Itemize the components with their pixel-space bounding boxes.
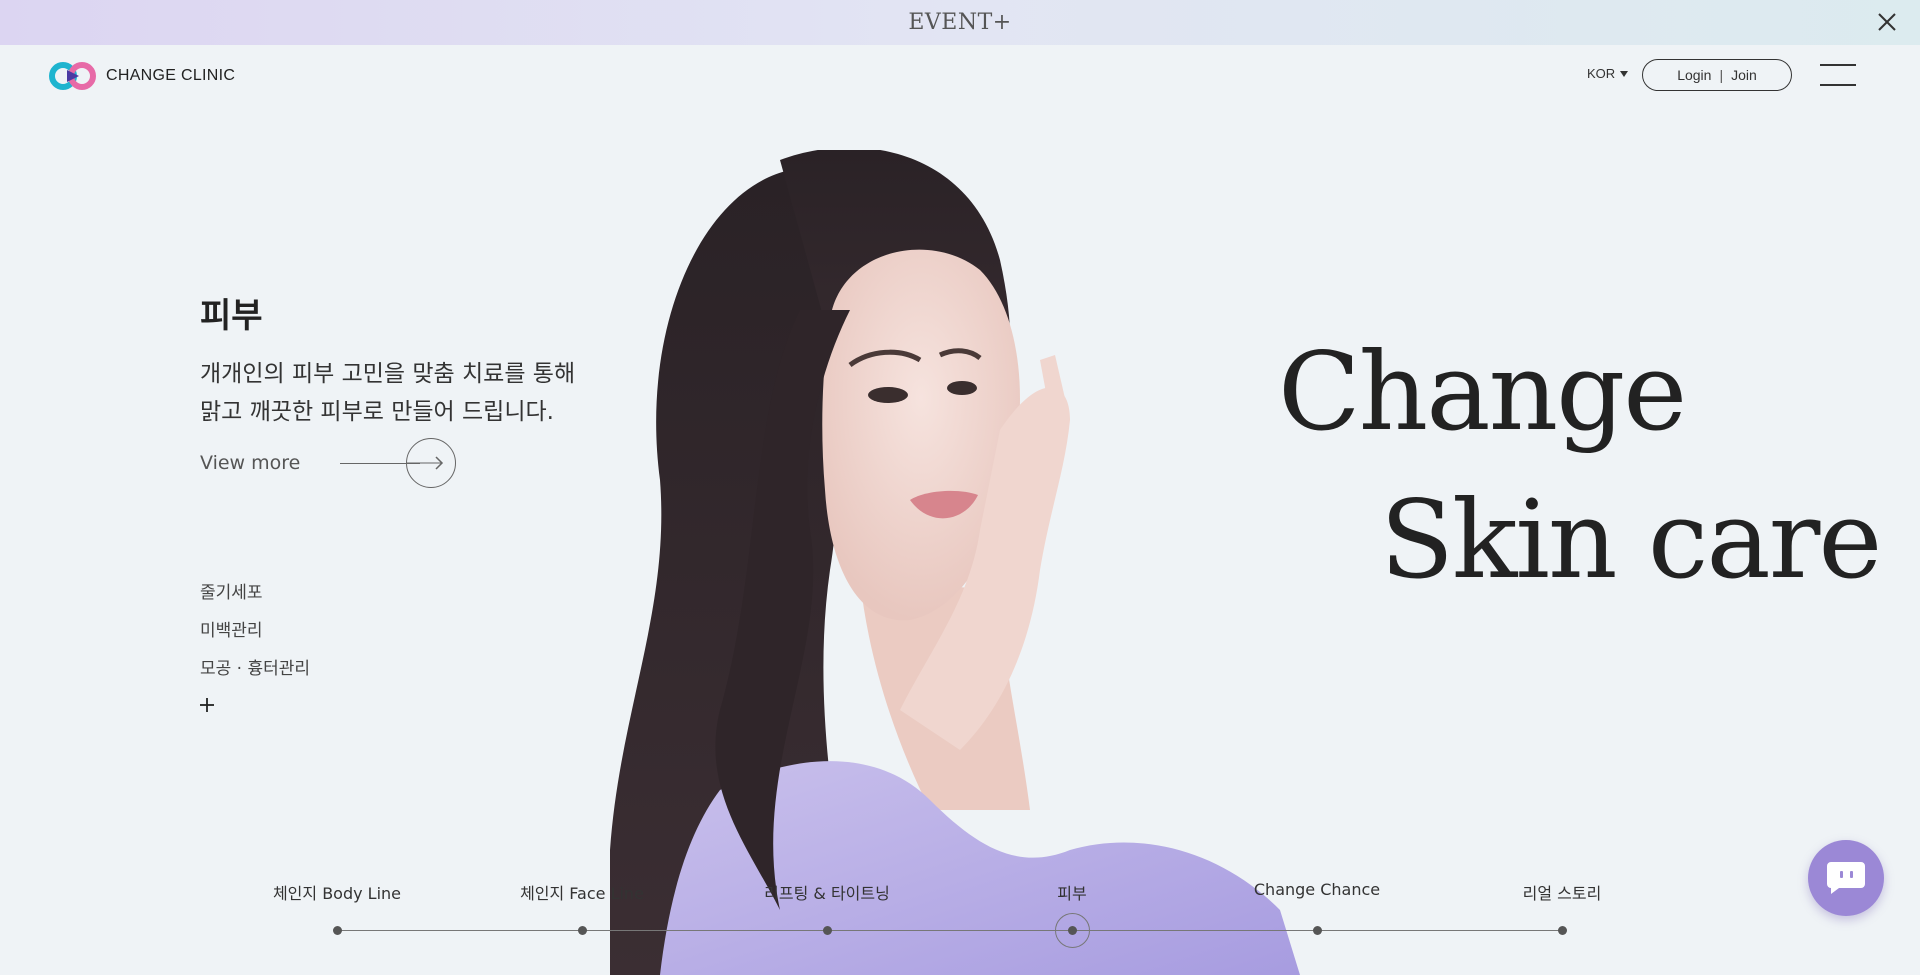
bottom-nav-label: 리프팅 & 타이트닝 <box>764 884 890 903</box>
bottom-nav-label: 체인지 Face Line <box>520 884 644 903</box>
section-title: 피부 <box>200 296 263 336</box>
sub-menu-item[interactable]: 줄기세포 <box>200 582 310 605</box>
view-more-button[interactable]: View more <box>200 438 457 488</box>
hamburger-menu-icon[interactable] <box>1820 64 1856 86</box>
timeline-dot <box>1313 926 1322 935</box>
bottom-nav-item-face-line[interactable]: 체인지 Face Line <box>482 880 682 935</box>
sub-menu-list: 줄기세포 미백관리 모공 · 흉터관리 <box>200 582 310 696</box>
logo[interactable]: CHANGE CLINIC <box>49 61 235 91</box>
bottom-nav-item-skin[interactable]: 피부 <box>972 880 1172 948</box>
bottom-nav-item-lifting[interactable]: 리프팅 & 타이트닝 <box>727 880 927 935</box>
join-link[interactable]: Join <box>1731 67 1757 83</box>
event-text[interactable]: EVENT+ <box>908 10 1011 35</box>
auth-pill: Login | Join <box>1642 59 1792 91</box>
timeline-dot <box>1558 926 1567 935</box>
description-line-2: 맑고 깨끗한 피부로 만들어 드립니다. <box>200 399 554 425</box>
auth-separator: | <box>1719 67 1724 83</box>
bottom-nav-item-body-line[interactable]: 체인지 Body Line <box>237 880 437 935</box>
hero-text-block: 피부 개개인의 피부 고민을 맞춤 치료를 통해 맑고 깨끗한 피부로 만들어 … <box>200 288 575 431</box>
bottom-nav-label: 리얼 스토리 <box>1522 884 1602 903</box>
chat-button[interactable] <box>1808 840 1884 916</box>
language-label: KOR <box>1587 66 1616 81</box>
bottom-nav-item-change-chance[interactable]: Change Chance <box>1217 880 1417 935</box>
timeline-dot <box>1068 926 1077 935</box>
bottom-nav-item-real-story[interactable]: 리얼 스토리 <box>1462 880 1662 935</box>
close-icon[interactable] <box>1876 11 1898 33</box>
chat-bubble-icon <box>1827 862 1865 894</box>
headline-line-2: Skin care <box>1380 478 1882 603</box>
timeline-dot <box>333 926 342 935</box>
timeline-line <box>337 930 1563 931</box>
site-header: CHANGE CLINIC KOR Login | Join <box>0 45 1920 105</box>
sub-menu-item[interactable]: 모공 · 흉터관리 <box>200 658 310 681</box>
event-banner[interactable]: EVENT+ <box>0 0 1920 45</box>
caret-down-icon <box>1620 70 1629 77</box>
plus-icon[interactable] <box>200 698 214 712</box>
timeline-dot <box>578 926 587 935</box>
bottom-nav-label: Change Chance <box>1253 880 1381 899</box>
bottom-nav-label: 피부 <box>1057 884 1087 903</box>
description-line-1: 개개인의 피부 고민을 맞춤 치료를 통해 <box>200 361 576 387</box>
arrow-right-icon <box>406 438 457 488</box>
logo-text: CHANGE CLINIC <box>106 67 236 84</box>
sub-menu-item[interactable]: 미백관리 <box>200 620 310 643</box>
language-selector[interactable]: KOR <box>1587 66 1629 81</box>
bottom-navigation: 체인지 Body Line 체인지 Face Line 리프팅 & 타이트닝 피… <box>0 880 1920 975</box>
headline-line-1: Change <box>1278 330 1687 455</box>
bottom-nav-label: 체인지 Body Line <box>272 884 402 903</box>
section-description: 개개인의 피부 고민을 맞춤 치료를 통해 맑고 깨끗한 피부로 만들어 드립니… <box>200 355 575 431</box>
view-more-label: View more <box>200 452 301 474</box>
hero-model-image <box>600 150 1300 975</box>
timeline-dot <box>823 926 832 935</box>
login-link[interactable]: Login <box>1677 67 1711 83</box>
logo-mark-icon <box>49 62 96 90</box>
